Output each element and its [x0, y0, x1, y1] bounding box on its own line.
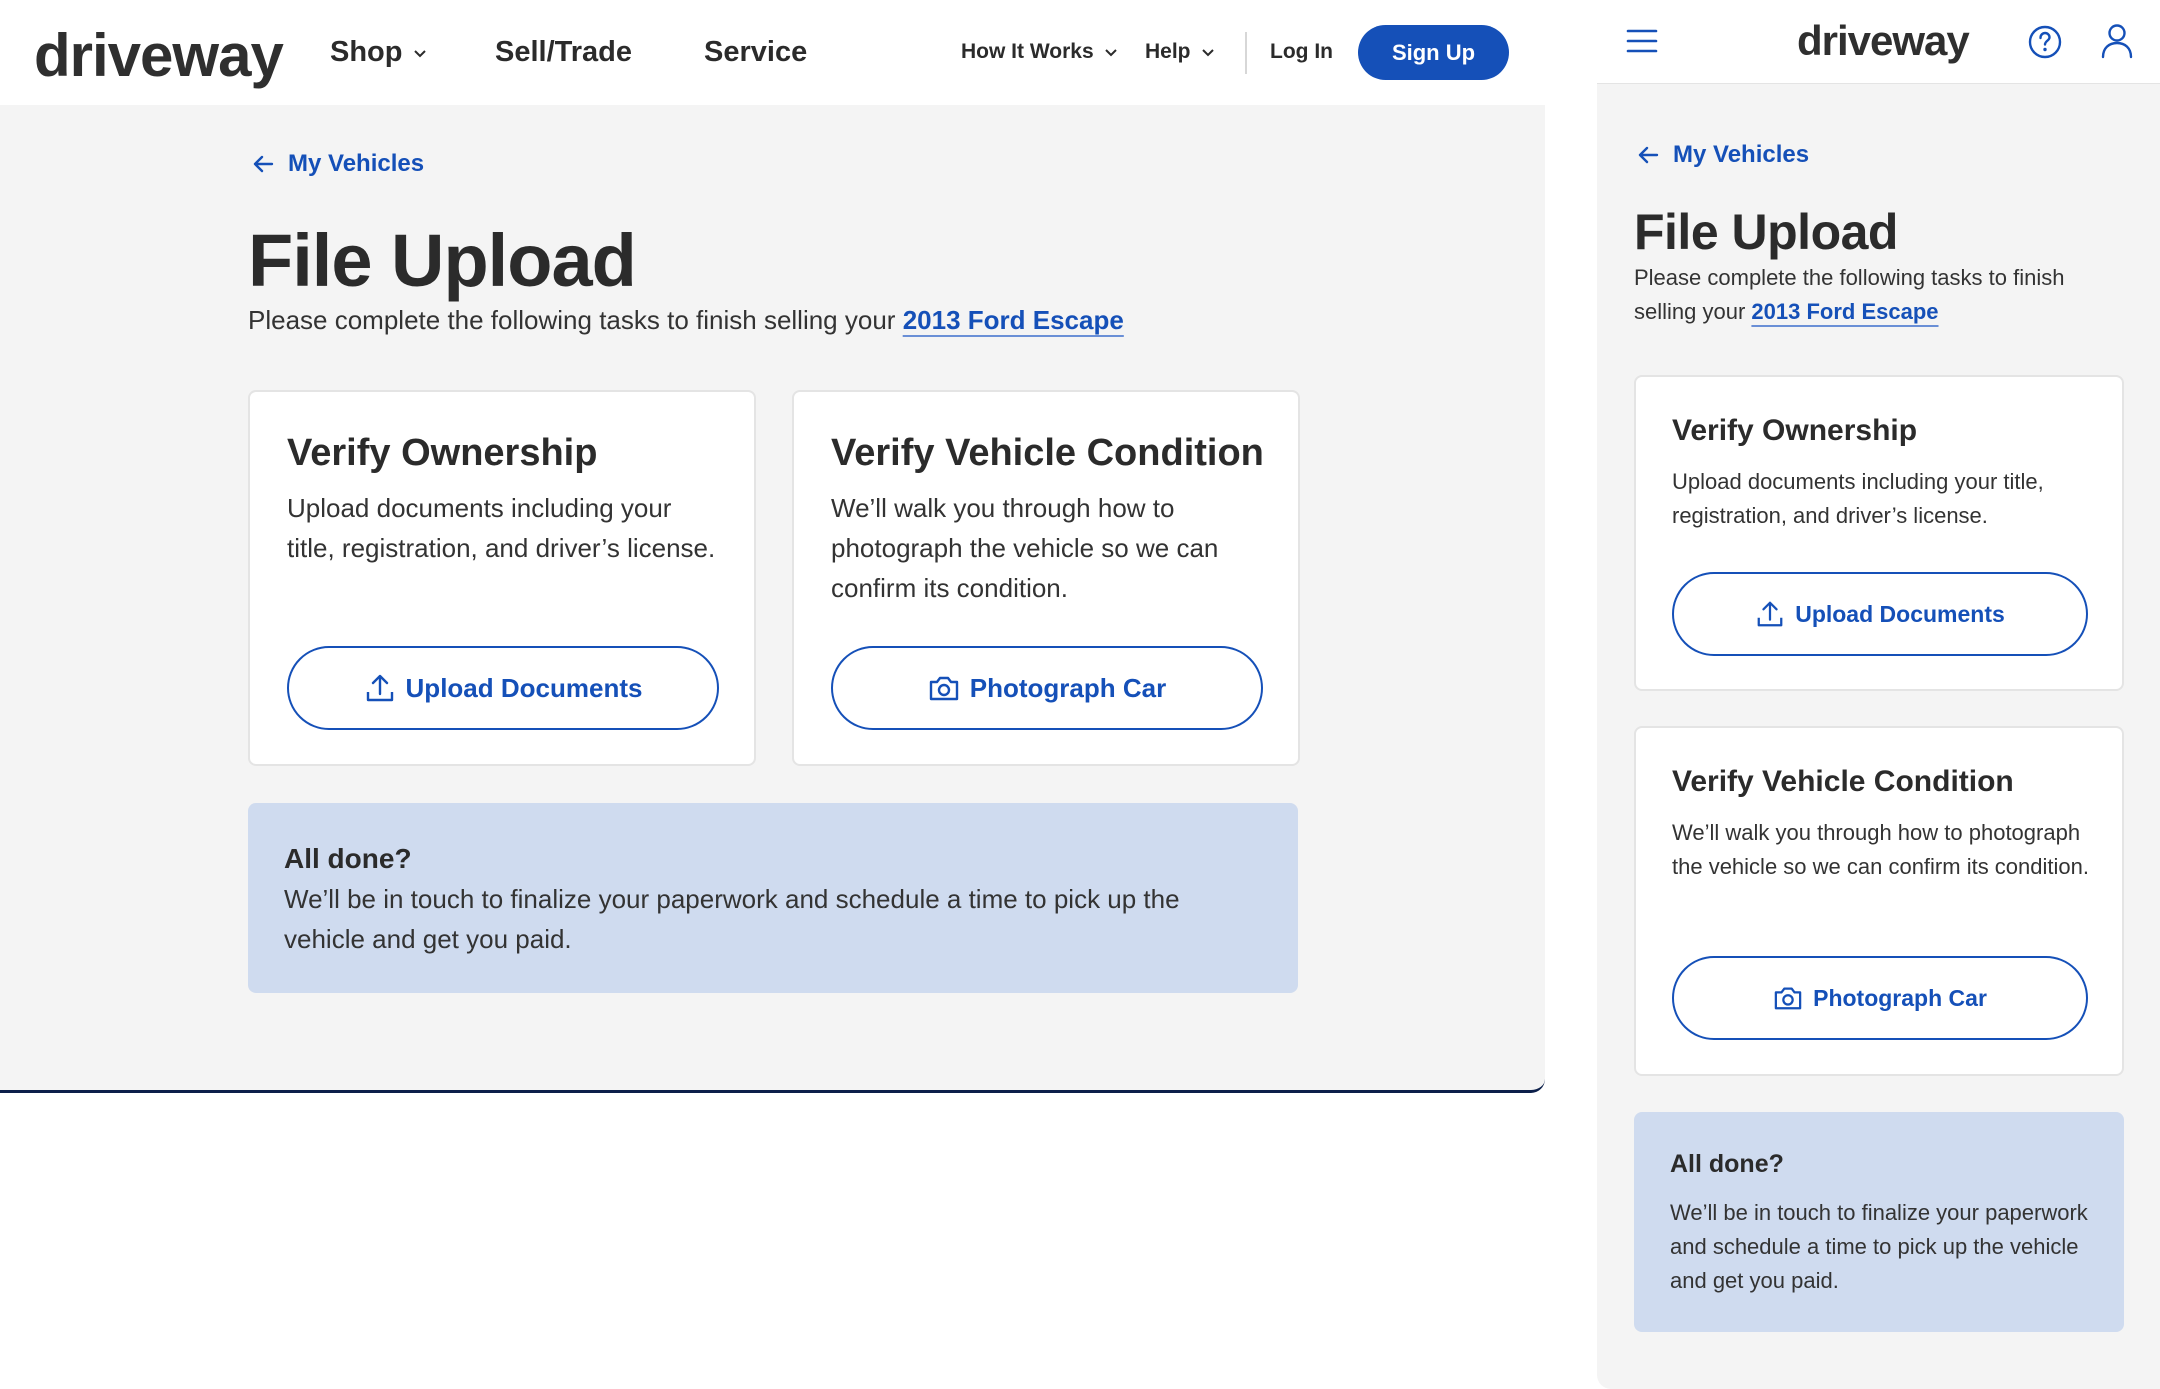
- log-in-link[interactable]: Log In: [1270, 40, 1333, 64]
- nav-sell-trade[interactable]: Sell/Trade: [495, 36, 632, 69]
- page-subtitle: Please complete the following tasks to f…: [248, 305, 1124, 336]
- chevron-down-icon: [1104, 49, 1117, 57]
- verify-vehicle-condition-card: Verify Vehicle Condition We’ll walk you …: [1634, 726, 2124, 1076]
- all-done-title: All done?: [1670, 1150, 1784, 1178]
- back-to-my-vehicles-link[interactable]: My Vehicles: [1637, 141, 1809, 169]
- card-title: Verify Ownership: [1672, 414, 1918, 447]
- upload-icon: [1757, 601, 1783, 627]
- page-title: File Upload: [1634, 204, 1898, 260]
- upload-documents-button[interactable]: Upload Documents: [287, 646, 719, 730]
- user-icon[interactable]: [2099, 22, 2135, 60]
- nav-shop[interactable]: Shop: [330, 36, 427, 69]
- subtitle-text-line1: Please complete the following tasks to f…: [1634, 265, 2065, 290]
- arrow-left-icon: [1638, 146, 1659, 164]
- nav-how-it-works[interactable]: How It Works: [961, 40, 1118, 64]
- card-description: Upload documents including your title, r…: [1672, 469, 2044, 528]
- arrow-left-icon: [253, 155, 274, 173]
- card-description: We’ll walk you through how to photograph…: [1672, 820, 2089, 879]
- all-done-notice: All done? We’ll be in touch to finalize …: [1634, 1112, 2124, 1332]
- nav-divider: [1245, 32, 1247, 74]
- log-in-label: Log In: [1270, 40, 1333, 63]
- driveway-logo[interactable]: driveway: [34, 26, 284, 86]
- card-title: Verify Ownership: [287, 432, 598, 474]
- question-circle-icon[interactable]: [2027, 24, 2063, 60]
- upload-icon: [366, 674, 393, 702]
- photograph-car-label: Photograph Car: [969, 672, 1167, 703]
- nav-service[interactable]: Service: [704, 36, 807, 69]
- logo-text: driveway: [34, 22, 284, 89]
- subtitle-text: Please complete the following tasks to f…: [248, 305, 896, 335]
- verify-vehicle-condition-card: Verify Vehicle Condition We’ll walk you …: [792, 390, 1300, 766]
- all-done-title: All done?: [284, 843, 412, 874]
- chevron-down-icon: [413, 49, 426, 57]
- all-done-notice: All done? We’ll be in touch to finalize …: [248, 803, 1298, 993]
- logo-text: driveway: [1797, 17, 1970, 64]
- driveway-logo[interactable]: driveway: [1797, 17, 1970, 64]
- desktop-header: driveway Shop Sell/Trade Service How It …: [0, 0, 1545, 105]
- photograph-car-label: Photograph Car: [1813, 984, 1987, 1011]
- nav-help-label: Help: [1145, 40, 1191, 63]
- card-title: Verify Vehicle Condition: [1672, 765, 2014, 798]
- mobile-view: driveway My Vehicles File Upload Please …: [1597, 0, 2160, 1389]
- nav-service-label: Service: [704, 36, 808, 68]
- back-link-label: My Vehicles: [1673, 141, 1810, 168]
- page-title: File Upload: [248, 219, 637, 302]
- verify-ownership-card: Verify Ownership Upload documents includ…: [1634, 375, 2124, 691]
- sign-up-button[interactable]: Sign Up: [1358, 25, 1509, 80]
- camera-icon: [929, 676, 958, 701]
- back-link-label: My Vehicles: [288, 150, 425, 177]
- subtitle-text-line2: selling your: [1634, 299, 1746, 324]
- camera-icon: [1774, 987, 1802, 1010]
- nav-how-it-works-label: How It Works: [961, 40, 1094, 63]
- upload-documents-label: Upload Documents: [405, 672, 643, 703]
- vehicle-link[interactable]: 2013 Ford Escape: [903, 305, 1124, 335]
- page-subtitle: Please complete the following tasks to f…: [1634, 261, 2124, 329]
- upload-documents-button[interactable]: Upload Documents: [1672, 572, 2088, 656]
- vehicle-link[interactable]: 2013 Ford Escape: [1751, 299, 1938, 324]
- photograph-car-button[interactable]: Photograph Car: [1672, 956, 2088, 1040]
- hamburger-menu-icon[interactable]: [1625, 26, 1659, 56]
- photograph-car-button[interactable]: Photograph Car: [831, 646, 1263, 730]
- chevron-down-icon: [1201, 49, 1214, 57]
- card-title: Verify Vehicle Condition: [831, 432, 1264, 474]
- nav-sell-trade-label: Sell/Trade: [495, 36, 633, 68]
- nav-help[interactable]: Help: [1145, 40, 1215, 64]
- desktop-view: driveway Shop Sell/Trade Service How It …: [0, 0, 1545, 1093]
- mobile-header: driveway: [1597, 0, 2160, 84]
- back-to-my-vehicles-link[interactable]: My Vehicles: [252, 150, 424, 178]
- card-description: We’ll walk you through how to photograph…: [831, 493, 1219, 603]
- all-done-text: We’ll be in touch to finalize your paper…: [284, 884, 1180, 954]
- nav-shop-label: Shop: [330, 36, 403, 68]
- upload-documents-label: Upload Documents: [1795, 600, 2005, 627]
- verify-ownership-card: Verify Ownership Upload documents includ…: [248, 390, 756, 766]
- all-done-text: We’ll be in touch to finalize your paper…: [1670, 1200, 2088, 1293]
- card-description: Upload documents including your title, r…: [287, 493, 716, 563]
